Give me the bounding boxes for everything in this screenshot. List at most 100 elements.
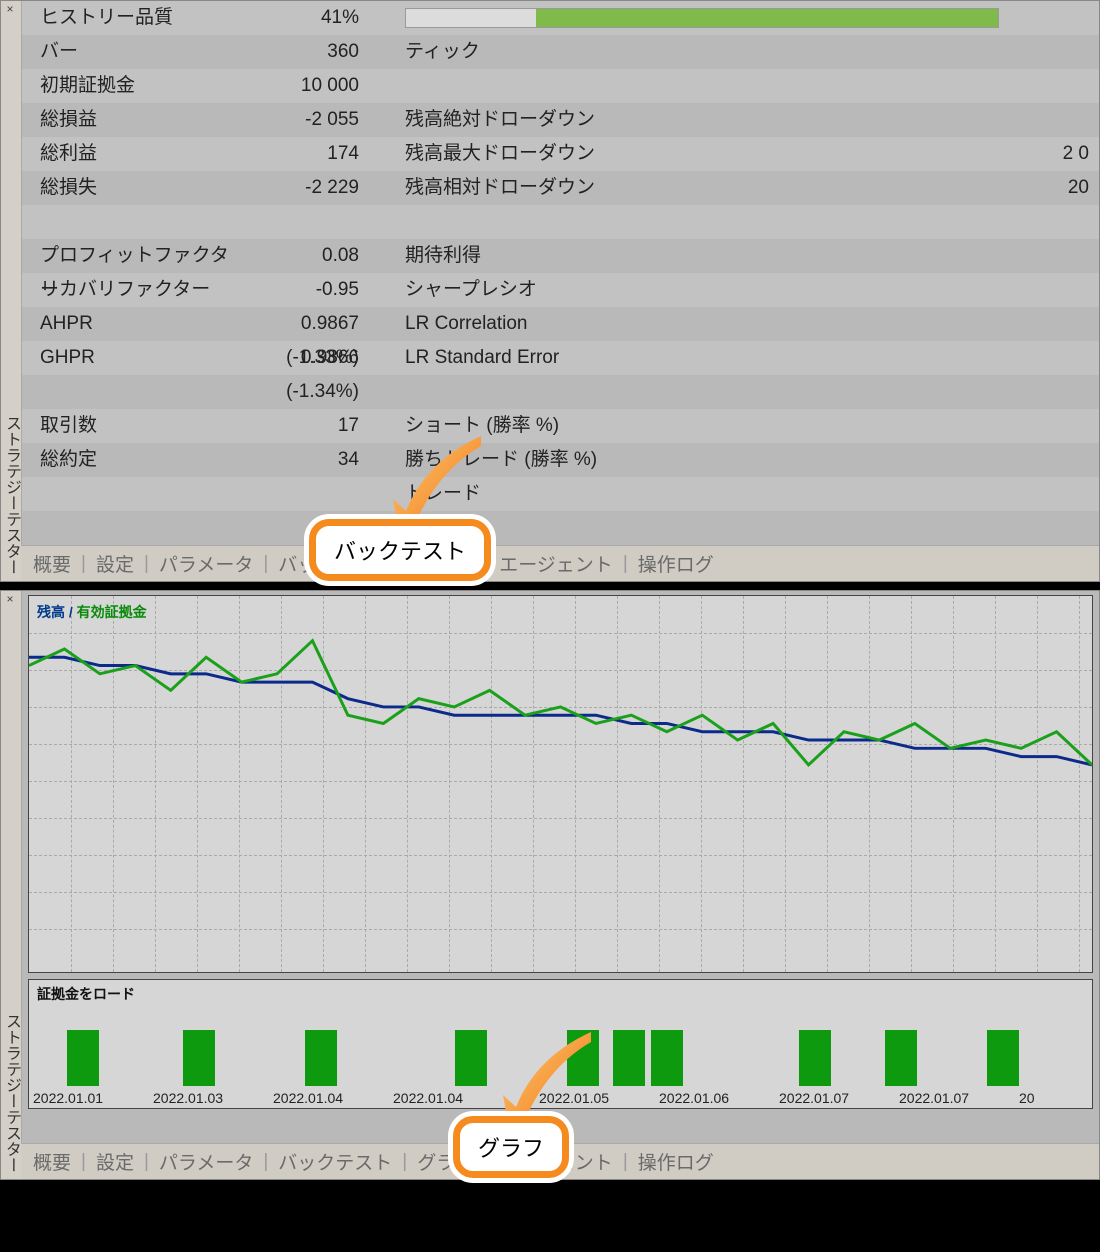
x-tick: 2022.01.04 xyxy=(393,1090,463,1106)
x-tick: 2022.01.07 xyxy=(899,1090,969,1106)
graph-panel: × ストラテジーテスター 残高 / 有効証拠金 証拠金をロード 2022.01.… xyxy=(0,590,1100,1180)
tab-3[interactable]: バックテスト xyxy=(278,550,392,577)
stat-value xyxy=(785,273,1089,307)
bar xyxy=(455,1030,487,1086)
stat-label xyxy=(40,205,230,239)
stat-label: 総損失 xyxy=(40,171,230,205)
stat-label: 期待利得 xyxy=(405,239,785,273)
tabbar: 概要|設定|パラメータ|バックテスト|グラフ|エージェント|操作ログ xyxy=(21,1143,1099,1179)
x-tick: 2022.01.06 xyxy=(659,1090,729,1106)
table-row: バー360ティック xyxy=(22,35,1099,69)
stat-value xyxy=(785,307,1089,341)
tab-2[interactable]: パラメータ xyxy=(159,550,253,577)
stat-value xyxy=(230,375,405,409)
stat-value xyxy=(785,239,1089,273)
table-row: リカバリファクター-0.95シャープレシオ xyxy=(22,273,1099,307)
stat-value xyxy=(785,103,1089,137)
margin-load-chart: 証拠金をロード 2022.01.012022.01.032022.01.0420… xyxy=(28,979,1093,1109)
stat-value xyxy=(230,477,405,511)
x-tick: 20 xyxy=(1019,1090,1035,1106)
table-row: プロフィットファクター0.08期待利得 xyxy=(22,239,1099,273)
tab-1[interactable]: 設定 xyxy=(96,550,134,577)
table-row: 総損失-2 229残高相対ドローダウン20 xyxy=(22,171,1099,205)
table-row: 初期証拠金10 000 xyxy=(22,69,1099,103)
stat-value xyxy=(785,35,1089,69)
tab-4[interactable]: グラフ xyxy=(417,550,474,577)
table-row: 総約定34勝ちトレード (勝率 %) xyxy=(22,443,1099,477)
panel-title-vertical: ストラテジーテスター xyxy=(1,591,21,1179)
stat-label: GHPR xyxy=(40,341,230,375)
x-tick: 2022.01.01 xyxy=(33,1090,103,1106)
tab-2[interactable]: パラメータ xyxy=(159,1148,253,1175)
table-row: 取引数17ショート (勝率 %) xyxy=(22,409,1099,443)
stat-label xyxy=(40,477,230,511)
stat-value: -2 229 xyxy=(230,171,405,205)
stat-label: ショート (勝率 %) xyxy=(405,409,785,443)
stat-value: 0.9867 (-1.33%) xyxy=(230,307,405,341)
bar xyxy=(885,1030,917,1086)
bar xyxy=(567,1030,599,1086)
tab-6[interactable]: 操作ログ xyxy=(638,550,714,577)
table-row: 総利益174残高最大ドローダウン2 0 xyxy=(22,137,1099,171)
stat-label: トレード xyxy=(405,477,785,511)
stat-label: リカバリファクター xyxy=(40,273,230,307)
tab-5[interactable]: エージェント xyxy=(499,1148,613,1175)
close-icon[interactable]: × xyxy=(3,593,17,607)
stat-label xyxy=(405,69,785,103)
table-row: AHPR0.9867 (-1.33%)LR Correlation xyxy=(22,307,1099,341)
stat-label xyxy=(405,205,785,239)
tab-0[interactable]: 概要 xyxy=(33,1148,71,1175)
stat-value: 0.08 xyxy=(230,239,405,273)
stat-value xyxy=(785,341,1089,375)
close-icon[interactable]: × xyxy=(3,3,17,17)
stat-value: 10 000 xyxy=(230,69,405,103)
stat-value: 174 xyxy=(230,137,405,171)
subchart-title: 証拠金をロード xyxy=(37,984,135,1004)
bar xyxy=(305,1030,337,1086)
stat-label: LR Standard Error xyxy=(405,341,785,375)
bar xyxy=(651,1030,683,1086)
stat-label: 残高絶対ドローダウン xyxy=(405,103,785,137)
tab-1[interactable]: 設定 xyxy=(96,1148,134,1175)
tab-4[interactable]: グラフ xyxy=(417,1148,474,1175)
bar xyxy=(67,1030,99,1086)
stat-value: 17 xyxy=(230,409,405,443)
stat-value xyxy=(230,205,405,239)
tab-6[interactable]: 操作ログ xyxy=(638,1148,714,1175)
bar xyxy=(183,1030,215,1086)
stat-label: プロフィットファクター xyxy=(40,239,230,273)
stat-value: -0.95 xyxy=(230,273,405,307)
stat-value xyxy=(785,205,1089,239)
table-row: トレード xyxy=(22,477,1099,511)
stat-label: 初期証拠金 xyxy=(40,69,230,103)
x-tick: 2022.01.04 xyxy=(273,1090,343,1106)
stat-value xyxy=(785,375,1089,409)
stat-label: LR Correlation xyxy=(405,307,785,341)
panel-title-vertical: ストラテジーテスター xyxy=(1,1,21,581)
stat-value: 2 0 xyxy=(785,137,1089,171)
quality-bar xyxy=(405,8,999,28)
stat-label: 総利益 xyxy=(40,137,230,171)
table-row: 総損益-2 055残高絶対ドローダウン xyxy=(22,103,1099,137)
tabbar: 概要|設定|パラメータ|バックテスト|グラフ|エージェント|操作ログ xyxy=(21,545,1099,581)
tab-0[interactable]: 概要 xyxy=(33,550,71,577)
equity-chart: 残高 / 有効証拠金 xyxy=(28,595,1093,973)
stat-value xyxy=(785,69,1089,103)
x-tick: 2022.01.07 xyxy=(779,1090,849,1106)
stat-label: 総約定 xyxy=(40,443,230,477)
stat-label xyxy=(405,375,785,409)
stat-value: 34 xyxy=(230,443,405,477)
stat-label: 総損益 xyxy=(40,103,230,137)
stat-label: AHPR xyxy=(40,307,230,341)
stat-label: 残高相対ドローダウン xyxy=(405,171,785,205)
stat-value xyxy=(785,477,1089,511)
x-tick: 2022.01.05 xyxy=(539,1090,609,1106)
stat-value: 41% xyxy=(230,1,405,35)
tab-5[interactable]: エージェント xyxy=(499,550,613,577)
stat-value xyxy=(785,409,1089,443)
stat-value: -2 055 xyxy=(230,103,405,137)
table-row xyxy=(22,205,1099,239)
stat-value: 20 xyxy=(785,171,1089,205)
bar xyxy=(987,1030,1019,1086)
tab-3[interactable]: バックテスト xyxy=(278,1148,392,1175)
